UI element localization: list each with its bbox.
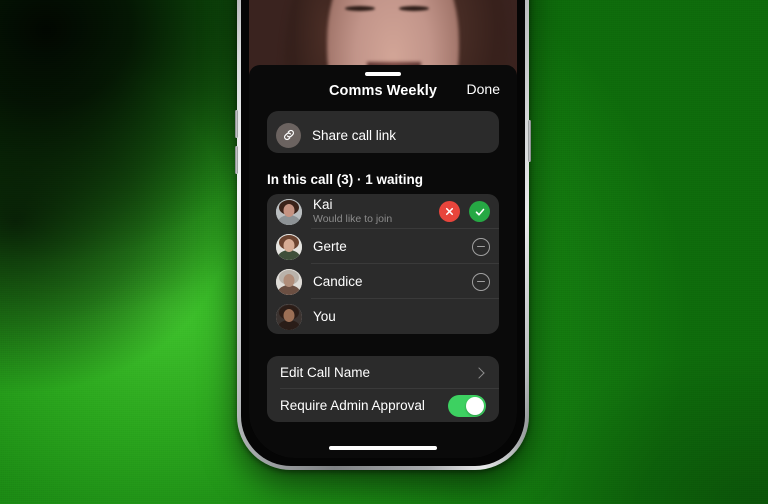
participant-row[interactable]: Gerte xyxy=(267,229,499,264)
participant-name-block: Gerte xyxy=(313,239,472,254)
avatar xyxy=(276,303,302,330)
participants-card: Kai Would like to join Gerte Candice You xyxy=(267,194,499,334)
link-icon xyxy=(276,122,301,148)
participant-actions xyxy=(472,237,490,256)
remove-participant-button[interactable] xyxy=(472,272,490,291)
participant-row[interactable]: Candice xyxy=(267,264,499,299)
avatar-face xyxy=(283,238,295,252)
participant-name: Kai xyxy=(313,197,333,212)
remove-participant-button[interactable] xyxy=(472,237,490,256)
participant-row[interactable]: You xyxy=(267,299,499,334)
avatar-face xyxy=(283,273,295,287)
participant-actions xyxy=(472,272,490,291)
page-title: Comms Weekly xyxy=(328,83,438,99)
video-eye-right xyxy=(399,6,429,11)
setting-row-link[interactable]: Edit Call Name xyxy=(267,356,499,389)
participant-name: You xyxy=(313,309,336,324)
avatar xyxy=(276,198,302,225)
call-details-sheet: Comms Weekly Done Share call link In thi… xyxy=(249,65,517,458)
require-admin-approval-toggle[interactable] xyxy=(448,394,486,417)
participant-name-block: Candice xyxy=(313,274,472,289)
decline-join-button[interactable] xyxy=(439,201,460,222)
video-eye-left xyxy=(345,6,375,11)
participant-actions xyxy=(439,201,490,222)
toggle-knob xyxy=(466,396,484,415)
share-call-link-card: Share call link xyxy=(267,111,499,153)
minus-icon xyxy=(477,245,485,248)
participant-status: Would like to join xyxy=(313,213,393,225)
participant-name-block: You xyxy=(313,309,490,324)
participants-section-header: In this call (3) · 1 waiting xyxy=(267,172,424,187)
setting-label: Edit Call Name xyxy=(280,365,371,380)
chevron-right-icon xyxy=(473,366,485,379)
call-settings-card: Edit Call Name Require Admin Approval xyxy=(267,356,499,422)
close-icon xyxy=(445,207,454,216)
participant-row[interactable]: Kai Would like to join xyxy=(267,194,499,229)
participant-name: Gerte xyxy=(313,239,347,254)
share-call-link-row[interactable]: Share call link xyxy=(267,117,499,153)
phone-bezel: Comms Weekly Done Share call link In thi… xyxy=(241,0,525,466)
participant-name-block: Kai Would like to join xyxy=(313,197,439,226)
sheet-header: Comms Weekly Done xyxy=(249,65,517,111)
share-call-link-label: Share call link xyxy=(312,127,397,143)
power-button[interactable] xyxy=(528,120,531,162)
accept-join-button[interactable] xyxy=(469,201,490,222)
avatar xyxy=(276,233,302,260)
volume-up-button[interactable] xyxy=(235,110,238,138)
done-button[interactable]: Done xyxy=(467,81,500,97)
phone-device: Comms Weekly Done Share call link In thi… xyxy=(235,0,531,470)
check-icon xyxy=(475,208,484,216)
home-indicator xyxy=(329,446,437,450)
avatar-face xyxy=(283,203,295,217)
participant-name: Candice xyxy=(313,274,363,289)
setting-row-toggle[interactable]: Require Admin Approval xyxy=(267,389,499,422)
avatar-face xyxy=(283,308,295,322)
volume-down-button[interactable] xyxy=(235,146,238,174)
phone-screen: Comms Weekly Done Share call link In thi… xyxy=(249,0,517,458)
avatar xyxy=(276,268,302,295)
setting-label: Require Admin Approval xyxy=(280,398,425,413)
minus-icon xyxy=(477,280,485,283)
